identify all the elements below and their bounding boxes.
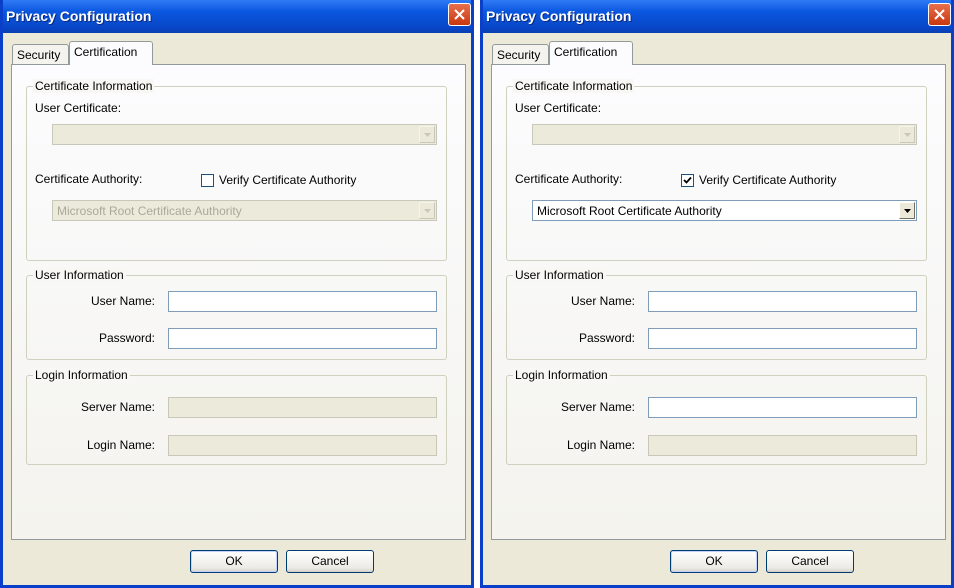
close-button[interactable] [448, 3, 471, 26]
user-name-label: User Name: [570, 294, 635, 308]
tab-certification[interactable]: Certification [549, 41, 633, 65]
ok-button[interactable]: OK [670, 550, 758, 573]
verify-certificate-checkbox[interactable] [201, 174, 214, 187]
tab-panel: Certificate Information User Certificate… [11, 64, 466, 540]
verify-certificate-label[interactable]: Verify Certificate Authority [219, 173, 356, 187]
chevron-down-icon [423, 208, 431, 213]
privacy-dialog-right: Privacy Configuration Security Certifica… [480, 0, 954, 588]
close-icon [934, 9, 945, 20]
tab-panel: Certificate Information User Certificate… [491, 64, 946, 540]
password-input[interactable] [648, 328, 917, 349]
dropdown-button[interactable] [419, 126, 435, 143]
user-certificate-label: User Certificate: [35, 101, 122, 115]
password-label: Password: [578, 331, 635, 345]
user-certificate-label: User Certificate: [515, 101, 602, 115]
dropdown-button[interactable] [899, 126, 915, 143]
privacy-dialog-left: Privacy Configuration Security Certifica… [0, 0, 474, 588]
title-bar[interactable]: Privacy Configuration [3, 0, 471, 33]
group-label: Login Information [513, 368, 610, 382]
close-button[interactable] [928, 3, 951, 26]
certificate-info-group: Certificate Information User Certificate… [506, 79, 927, 261]
checkmark-icon [683, 176, 692, 184]
login-name-label: Login Name: [86, 438, 155, 452]
certificate-authority-select[interactable]: Microsoft Root Certificate Authority [532, 200, 917, 221]
tab-label: Security [497, 48, 541, 62]
login-name-input[interactable] [168, 435, 437, 456]
user-info-group: User Information User Name: Password: [26, 268, 447, 360]
chevron-down-icon [423, 132, 431, 137]
ok-button[interactable]: OK [190, 550, 278, 573]
certificate-info-group: Certificate Information User Certificate… [26, 79, 447, 261]
cancel-button[interactable]: Cancel [286, 550, 374, 573]
window-title: Privacy Configuration [6, 8, 152, 24]
password-input[interactable] [168, 328, 437, 349]
password-label: Password: [98, 331, 155, 345]
login-info-group: Login Information Server Name: Login Nam… [506, 368, 927, 465]
user-info-group: User Information User Name: Password: [506, 268, 927, 360]
server-name-label: Server Name: [560, 400, 635, 414]
login-info-group: Login Information Server Name: Login Nam… [26, 368, 447, 465]
login-name-label: Login Name: [566, 438, 635, 452]
tab-label: Certification [74, 45, 138, 59]
verify-certificate-checkbox[interactable] [681, 174, 694, 187]
certificate-authority-label: Certificate Authority: [515, 172, 623, 186]
certificate-authority-select[interactable]: Microsoft Root Certificate Authority [52, 200, 437, 221]
verify-certificate-label[interactable]: Verify Certificate Authority [699, 173, 836, 187]
chevron-down-icon [903, 208, 911, 213]
tab-label: Security [17, 48, 61, 62]
dropdown-button[interactable] [899, 202, 915, 219]
server-name-input[interactable] [168, 397, 437, 418]
tab-security[interactable]: Security [12, 44, 69, 64]
user-certificate-select[interactable] [52, 124, 437, 145]
group-label: Login Information [33, 368, 130, 382]
group-label: User Information [513, 268, 606, 282]
user-name-input[interactable] [648, 291, 917, 312]
server-name-label: Server Name: [80, 400, 155, 414]
tab-security[interactable]: Security [492, 44, 549, 64]
selected-value: Microsoft Root Certificate Authority [537, 204, 722, 218]
dropdown-button[interactable] [419, 202, 435, 219]
tab-certification[interactable]: Certification [69, 41, 153, 65]
cancel-button[interactable]: Cancel [766, 550, 854, 573]
selected-value: Microsoft Root Certificate Authority [57, 204, 242, 218]
group-label: Certificate Information [33, 79, 155, 93]
title-bar[interactable]: Privacy Configuration [483, 0, 951, 33]
tab-label: Certification [554, 45, 618, 59]
user-name-input[interactable] [168, 291, 437, 312]
user-certificate-select[interactable] [532, 124, 917, 145]
login-name-input[interactable] [648, 435, 917, 456]
window-title: Privacy Configuration [486, 8, 632, 24]
group-label: User Information [33, 268, 126, 282]
chevron-down-icon [903, 132, 911, 137]
close-icon [454, 9, 465, 20]
certificate-authority-label: Certificate Authority: [35, 172, 143, 186]
server-name-input[interactable] [648, 397, 917, 418]
group-label: Certificate Information [513, 79, 635, 93]
user-name-label: User Name: [90, 294, 155, 308]
